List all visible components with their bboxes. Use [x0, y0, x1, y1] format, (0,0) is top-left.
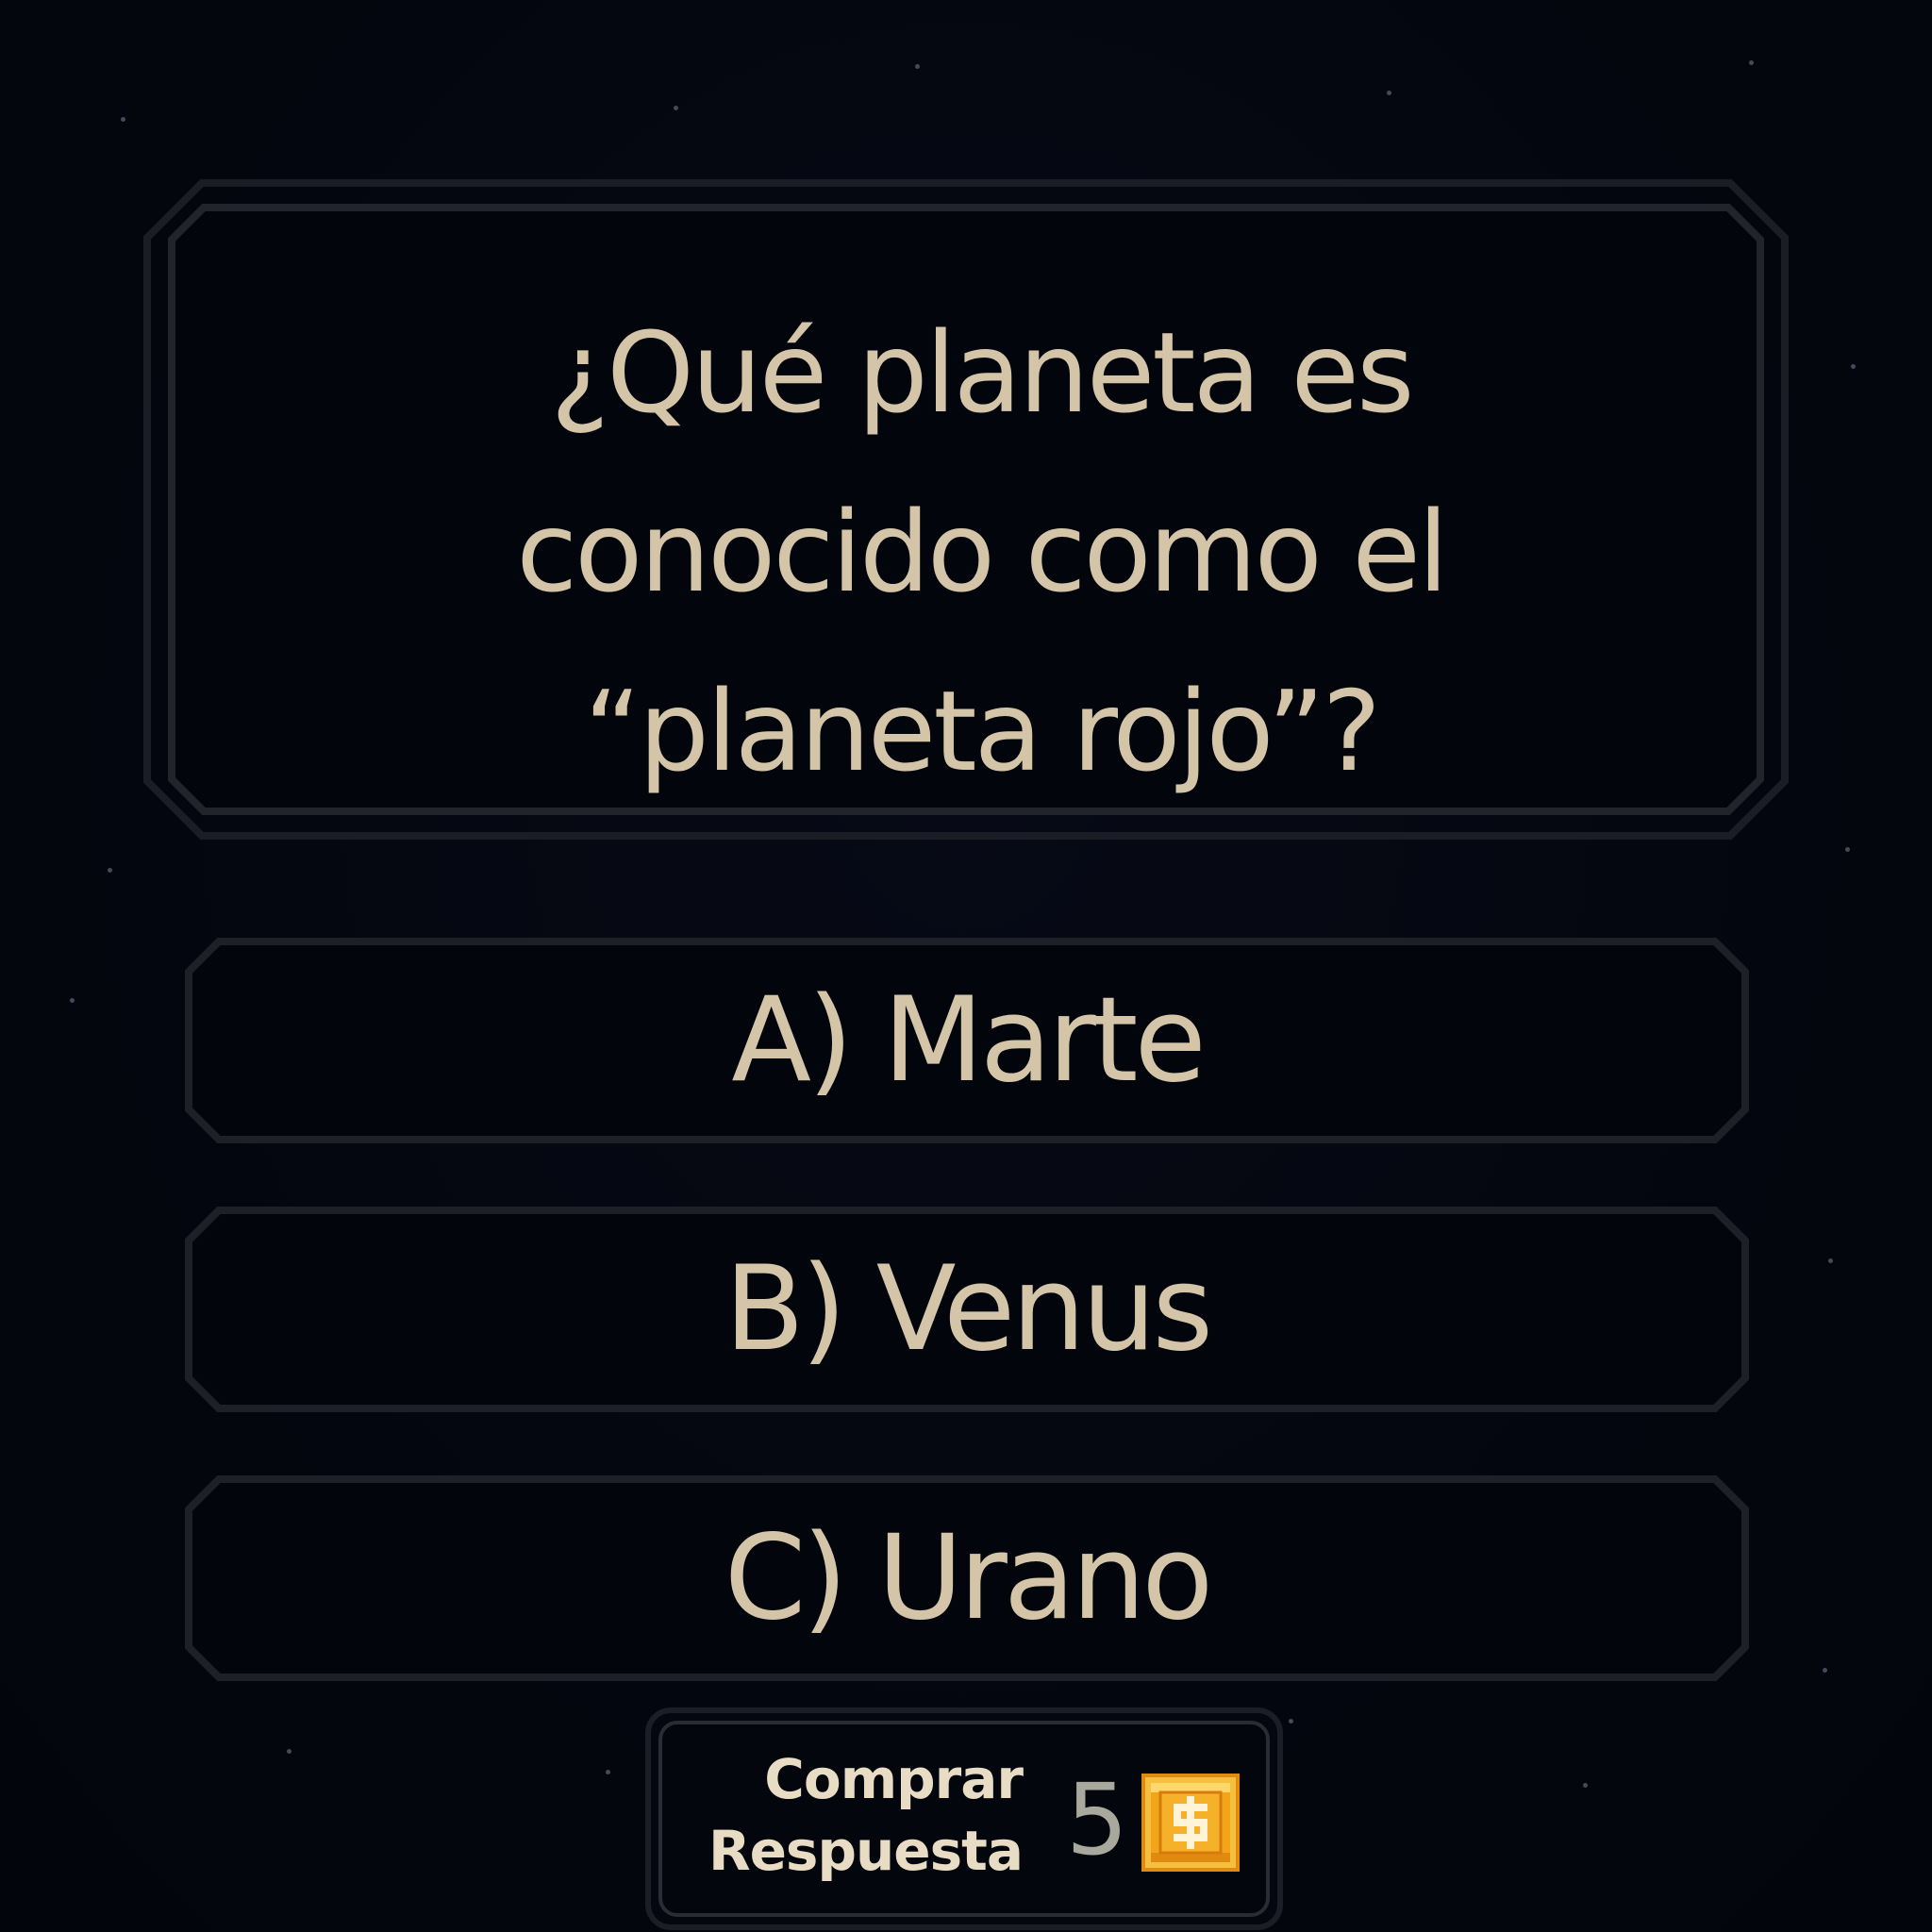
star	[1823, 1668, 1827, 1673]
star	[1583, 1783, 1588, 1788]
buy-answer-button[interactable]: Comprar Respuesta 5	[645, 1707, 1283, 1930]
answer-option-c[interactable]: C) Urano	[185, 1475, 1749, 1681]
star	[606, 1770, 610, 1774]
star	[915, 64, 920, 69]
star	[108, 868, 112, 873]
answer-option-a[interactable]: A) Marte	[185, 938, 1749, 1143]
coin-icon	[1141, 1774, 1240, 1872]
buy-answer-label-line2: Respuesta	[708, 1819, 1024, 1883]
star	[1845, 847, 1850, 852]
answer-label: C) Urano	[724, 1510, 1214, 1646]
answer-label: B) Venus	[724, 1241, 1213, 1377]
answer-label: A) Marte	[731, 973, 1206, 1108]
answer-option-b[interactable]: B) Venus	[185, 1207, 1749, 1412]
star	[1851, 364, 1856, 369]
coin-icon-graphic	[1141, 1774, 1240, 1872]
star	[1289, 1719, 1293, 1724]
game-screen: ¿Qué planeta es conocido como el “planet…	[0, 0, 1932, 1932]
buy-answer-label: Comprar Respuesta	[702, 1743, 1024, 1887]
star	[1387, 91, 1391, 95]
star	[1749, 60, 1754, 65]
star	[287, 1749, 291, 1754]
star	[70, 998, 75, 1003]
buy-answer-price: 5	[1065, 1762, 1129, 1877]
star	[674, 106, 678, 110]
question-text: ¿Qué planeta es conocido como el “planet…	[516, 308, 1448, 796]
star	[121, 117, 125, 122]
star	[1828, 1258, 1833, 1263]
buy-answer-label-line1: Comprar	[764, 1747, 1024, 1811]
